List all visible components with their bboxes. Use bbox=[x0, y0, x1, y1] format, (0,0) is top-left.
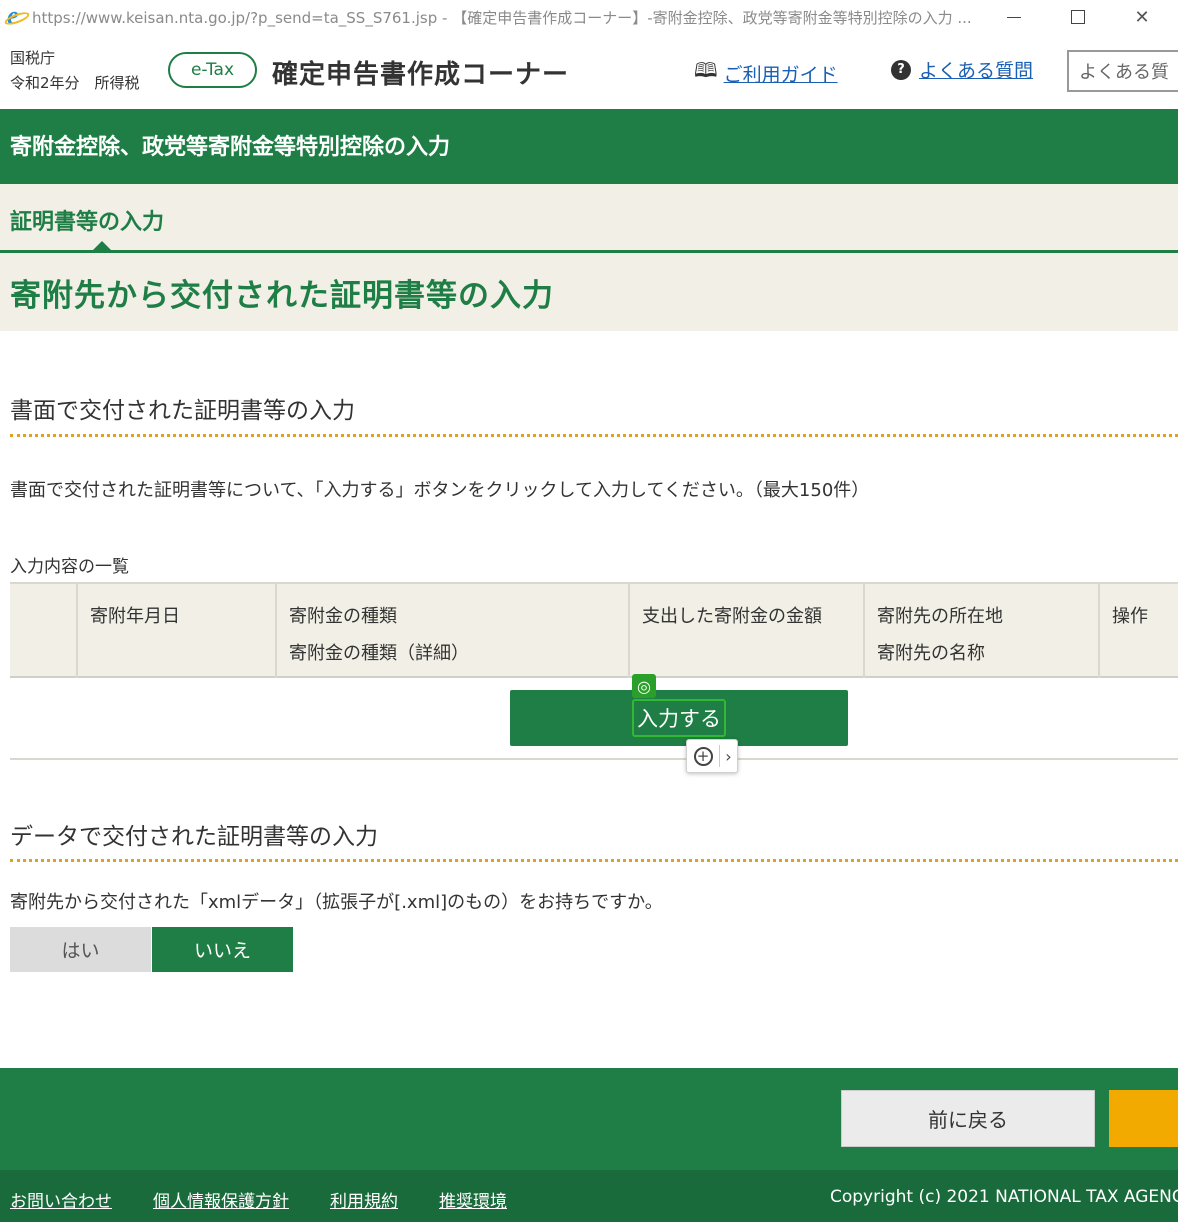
minimize-button[interactable] bbox=[984, 0, 1044, 34]
app-title: 確定申告書作成コーナー bbox=[272, 60, 570, 90]
step-area: 証明書等の入力 寄附先から交付された証明書等の入力 bbox=[0, 184, 1178, 331]
col-header-action: 操作 bbox=[1098, 584, 1178, 678]
col-header-date: 寄附年月日 bbox=[76, 584, 275, 678]
add-button[interactable]: + bbox=[687, 746, 719, 766]
book-icon: 🕮 bbox=[694, 58, 718, 82]
agency-name: 国税庁 bbox=[10, 49, 56, 67]
input-button[interactable]: 入力する bbox=[510, 690, 848, 746]
section-band: 寄附金控除、政党等寄附金等特別控除の入力 bbox=[0, 109, 1178, 184]
target-icon: ◎ bbox=[632, 674, 656, 698]
page-heading: 寄附先から交付された証明書等の入力 bbox=[10, 278, 554, 314]
xml-question: 寄附先から交付された「xmlデータ」（拡張子が[.xml]のもの）をお持ちですか… bbox=[10, 892, 663, 913]
environment-link[interactable]: 推奨環境 bbox=[439, 1187, 507, 1212]
faq-search-button[interactable]: よくある質 bbox=[1067, 50, 1178, 92]
faq-link-container[interactable]: ? よくある質問 bbox=[891, 56, 1033, 83]
maximize-button[interactable] bbox=[1048, 0, 1108, 34]
chevron-right-icon[interactable]: › bbox=[720, 747, 737, 766]
terms-link[interactable]: 利用規約 bbox=[330, 1187, 398, 1212]
mini-toolbar[interactable]: + › bbox=[686, 739, 738, 773]
question-icon: ? bbox=[891, 59, 911, 80]
col-header-index bbox=[10, 584, 76, 678]
window-title: https://www.keisan.nta.go.jp/?p_send=ta_… bbox=[32, 8, 972, 27]
col-address-label: 寄附先の所在地 bbox=[877, 606, 1003, 627]
section-divider bbox=[10, 859, 1178, 862]
guide-link[interactable]: ご利用ガイド bbox=[724, 60, 838, 87]
step-divider bbox=[0, 250, 1178, 253]
faq-link[interactable]: よくある質問 bbox=[919, 56, 1033, 83]
no-button[interactable]: いいえ bbox=[152, 927, 293, 972]
footer-navigation: 前に戻る bbox=[0, 1068, 1178, 1170]
contact-link[interactable]: お問い合わせ bbox=[10, 1187, 112, 1212]
col-action-label: 操作 bbox=[1112, 606, 1148, 627]
copyright: Copyright (c) 2021 NATIONAL TAX AGENCY bbox=[830, 1187, 1178, 1207]
minimize-icon bbox=[1007, 16, 1021, 18]
col-header-type: 寄附金の種類 寄附金の種類（詳細） bbox=[275, 584, 628, 678]
col-type-label: 寄附金の種類 bbox=[289, 606, 397, 627]
step-label: 証明書等の入力 bbox=[10, 210, 165, 235]
back-button[interactable]: 前に戻る bbox=[841, 1090, 1095, 1147]
col-amount-label: 支出した寄附金の金額 bbox=[642, 606, 822, 627]
col-type-detail-label: 寄附金の種類（詳細） bbox=[289, 643, 469, 664]
guide-link-container[interactable]: 🕮 ご利用ガイド bbox=[694, 56, 838, 90]
data-section-title: データで交付された証明書等の入力 bbox=[10, 824, 378, 850]
col-date-label: 寄附年月日 bbox=[90, 606, 180, 627]
paper-section-title: 書面で交付された証明書等の入力 bbox=[10, 398, 355, 424]
paper-section-description: 書面で交付された証明書等について、「入力する」ボタンをクリックして入力してくださ… bbox=[10, 480, 870, 501]
browser-icon: e bbox=[3, 2, 31, 30]
yes-button[interactable]: はい bbox=[10, 927, 151, 972]
col-name-label: 寄附先の名称 bbox=[877, 643, 985, 664]
col-header-recipient: 寄附先の所在地 寄附先の名称 bbox=[863, 584, 1098, 678]
step-pointer-icon bbox=[93, 241, 111, 250]
maximize-icon bbox=[1071, 10, 1085, 24]
next-button[interactable] bbox=[1109, 1090, 1178, 1147]
close-icon: ✕ bbox=[1134, 6, 1150, 28]
list-caption: 入力内容の一覧 bbox=[10, 557, 129, 577]
donation-table-header: 寄附年月日 寄附金の種類 寄附金の種類（詳細） 支出した寄附金の金額 寄附先の所… bbox=[10, 582, 1178, 678]
footer-bottom: お問い合わせ 個人情報保護方針 利用規約 推奨環境 Copyright (c) … bbox=[0, 1170, 1178, 1222]
tax-year: 令和2年分 所得税 bbox=[10, 74, 140, 92]
section-divider bbox=[10, 434, 1178, 437]
plus-icon: + bbox=[693, 746, 713, 766]
privacy-link[interactable]: 個人情報保護方針 bbox=[153, 1187, 289, 1212]
etax-badge: e-Tax bbox=[168, 52, 257, 88]
agency-info: 国税庁 令和2年分 所得税 bbox=[10, 46, 140, 96]
band-title: 寄附金控除、政党等寄附金等特別控除の入力 bbox=[10, 135, 451, 160]
input-button-label: 入力する bbox=[632, 699, 726, 737]
close-button[interactable]: ✕ bbox=[1112, 0, 1172, 34]
site-header: 国税庁 令和2年分 所得税 e-Tax 確定申告書作成コーナー 🕮 ご利用ガイド… bbox=[0, 34, 1178, 109]
col-header-amount: 支出した寄附金の金額 bbox=[628, 584, 863, 678]
